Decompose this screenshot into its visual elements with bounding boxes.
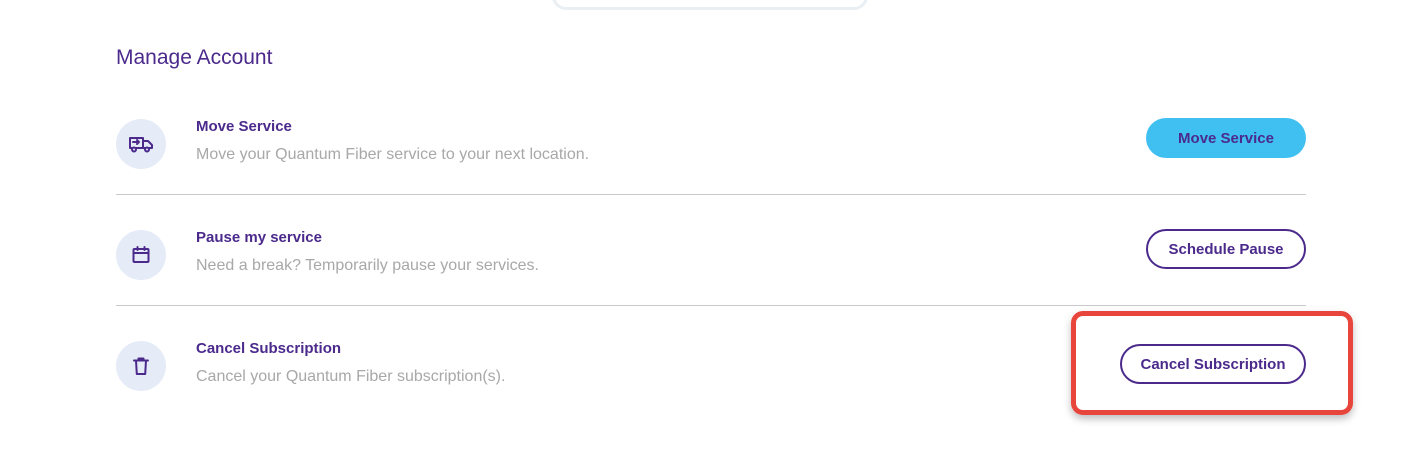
schedule-pause-button[interactable]: Schedule Pause (1146, 229, 1306, 269)
pause-service-description: Need a break? Temporarily pause your ser… (196, 257, 539, 274)
cancel-subscription-description: Cancel your Quantum Fiber subscription(s… (196, 368, 506, 385)
cancel-subscription-title: Cancel Subscription (196, 340, 342, 357)
pause-service-row: Pause my service Need a break? Temporari… (116, 229, 1306, 285)
trash-icon (116, 341, 166, 391)
section-title: Manage Account (116, 46, 273, 69)
divider (116, 194, 1306, 195)
cancel-subscription-button[interactable]: Cancel Subscription (1120, 344, 1306, 384)
move-service-description: Move your Quantum Fiber service to your … (196, 146, 590, 163)
calendar-icon (116, 230, 166, 280)
move-service-button[interactable]: Move Service (1146, 118, 1306, 158)
move-service-row: Move Service Move your Quantum Fiber ser… (116, 118, 1306, 174)
move-service-title: Move Service (196, 118, 292, 135)
truck-icon (116, 119, 166, 169)
manage-account-page: Manage Account Move Service Move your Qu… (0, 0, 1427, 457)
pause-service-title: Pause my service (196, 229, 322, 246)
top-card-fragment (552, 0, 868, 10)
divider (116, 305, 1306, 306)
